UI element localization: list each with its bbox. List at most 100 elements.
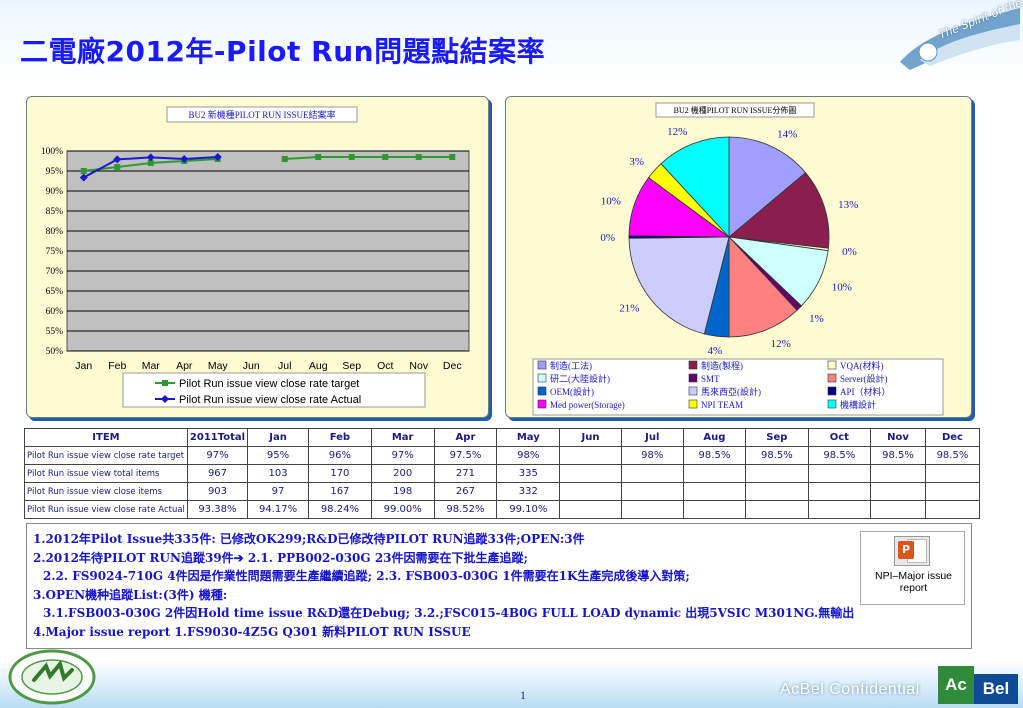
target-point <box>348 154 355 160</box>
table-cell: 335 <box>496 464 561 483</box>
note-line: 1.2012年Pilot Issue共335件: 已修改OK299;R&D已修改… <box>33 532 585 546</box>
y-tick-label: 60% <box>46 307 64 317</box>
y-tick-label: 55% <box>46 327 64 337</box>
slice-label: 13% <box>838 199 858 211</box>
legend-label: 機構設計 <box>840 399 876 410</box>
table-cell: 98.52% <box>433 500 498 519</box>
target-point <box>281 156 288 162</box>
column-header: Jun <box>559 428 622 447</box>
attachment-label: NPI–Major issue report <box>874 570 953 594</box>
table-row: Pilot Run issue view close rate target 97… <box>24 446 981 465</box>
column-header: Aug <box>682 428 747 447</box>
table-cell: 967 <box>186 464 249 483</box>
x-tick-label: Apr <box>176 360 193 372</box>
column-header: Jan <box>247 428 309 447</box>
legend-swatch <box>827 399 837 409</box>
table-cell <box>559 482 622 501</box>
y-tick-label: 95% <box>46 167 64 177</box>
table-cell: 98.5% <box>870 446 926 465</box>
y-tick-label: 80% <box>46 227 64 237</box>
chart-title: BU2 機種PILOT RUN ISSUE分佈圖 <box>674 105 797 115</box>
table-cell: 98.5% <box>924 446 981 465</box>
acbel-logo-bel: Bel <box>974 674 1018 704</box>
target-point <box>449 154 456 160</box>
major-issue-report-attachment[interactable]: P NPI–Major issue report <box>860 531 965 605</box>
slice-label: 0% <box>842 246 857 258</box>
x-tick-label: Dec <box>443 360 462 372</box>
note-line: 3.1.FSB003-030G 2件因Hold time issue R&D還在… <box>43 606 855 620</box>
slice-label: 1% <box>809 313 824 325</box>
legend-swatch <box>827 373 837 383</box>
legend-label: 研二(大陸設計) <box>550 373 610 384</box>
legend-label: 馬來西亞(設計) <box>701 386 761 397</box>
chart-title: BU2 新機種PILOT RUN ISSUE結案率 <box>188 109 335 120</box>
column-header: Oct <box>807 428 872 447</box>
table-cell: 99.00% <box>370 500 435 519</box>
slice-label: 10% <box>832 281 852 293</box>
table-cell: 170 <box>307 464 372 483</box>
table-cell <box>807 500 872 519</box>
column-header: ITEM <box>24 428 188 447</box>
y-tick-label: 70% <box>46 267 64 277</box>
table-header-row: ITEM 2011Total Jan Feb Mar Apr May Jun Jul Aug Sep… <box>24 428 981 447</box>
table-cell: 98% <box>620 446 684 465</box>
target-point <box>80 168 87 174</box>
row-label: Pilot Run issue view close rate Actual <box>24 500 188 519</box>
confidential-label: AcBel Confidential <box>780 681 920 698</box>
table-cell <box>807 464 872 483</box>
legend-swatch <box>537 399 547 409</box>
table-cell: 98.5% <box>682 446 747 465</box>
column-header: Dec <box>924 428 981 447</box>
table-row: Pilot Run issue view total items 967 103 17… <box>24 464 981 483</box>
table-cell: 96% <box>307 446 372 465</box>
legend-swatch <box>688 360 698 370</box>
table-cell <box>745 500 809 519</box>
table-cell: 99.10% <box>496 500 561 519</box>
table-cell <box>745 464 809 483</box>
table-cell <box>870 464 926 483</box>
table-cell <box>682 464 747 483</box>
line-chart-panel: BU2 新機種PILOT RUN ISSUE結案率 50% 55% 60% 65% 70%… <box>26 96 489 418</box>
table-row: Pilot Run issue view close rate Actual 93… <box>24 500 981 519</box>
table-cell: 94.17% <box>247 500 309 519</box>
note-line: 3.OPEN機种追蹤List:(3件) 機種: <box>33 587 228 602</box>
table-cell <box>924 500 981 519</box>
x-tick-label: May <box>208 360 229 372</box>
table-cell <box>620 482 684 501</box>
legend-swatch <box>688 386 698 396</box>
table-cell <box>559 446 622 465</box>
row-label: Pilot Run issue view close items <box>24 482 188 501</box>
target-point <box>382 154 389 160</box>
x-tick-label: Jul <box>278 360 291 372</box>
column-header: Apr <box>433 428 498 447</box>
column-header: Nov <box>870 428 926 447</box>
x-tick-label: Nov <box>409 360 428 372</box>
y-tick-label: 85% <box>46 207 64 217</box>
legend-label: NPI TEAM <box>701 400 743 410</box>
acbel-logo: Ac Bel <box>938 666 1018 704</box>
column-header: May <box>496 428 561 447</box>
x-tick-label: Jun <box>243 360 260 372</box>
table-cell <box>620 464 684 483</box>
legend-label: Pilot Run issue view close rate Actual <box>179 394 361 406</box>
table-cell: 903 <box>186 482 249 501</box>
page-number: 1 <box>520 688 526 702</box>
table-cell <box>620 500 684 519</box>
column-header: Feb <box>307 428 372 447</box>
x-tick-label: Jan <box>75 360 92 372</box>
table-cell <box>559 500 622 519</box>
column-header: 2011Total <box>186 428 249 447</box>
x-tick-label: Sep <box>342 360 361 372</box>
close-rate-table: ITEM 2011Total Jan Feb Mar Apr May Jun Jul Aug Sep… <box>24 428 981 519</box>
table-cell <box>924 482 981 501</box>
legend-label: API（材料） <box>840 386 891 397</box>
slide: 二電廠2012年-Pilot Run問題點結案率 The Spirit of t… <box>0 0 1023 708</box>
table-cell <box>870 500 926 519</box>
slice-label: 4% <box>707 345 722 357</box>
y-tick-label: 75% <box>46 247 64 257</box>
legend-swatch <box>827 386 837 396</box>
close-rate-line-chart: BU2 新機種PILOT RUN ISSUE結案率 50% 55% 60% 65% 70%… <box>41 106 470 408</box>
table-cell: 97.5% <box>433 446 498 465</box>
slice-label: 12% <box>771 338 791 350</box>
notes-box: 1.2012年Pilot Issue共335件: 已修改OK299;R&D已修改… <box>26 523 972 649</box>
